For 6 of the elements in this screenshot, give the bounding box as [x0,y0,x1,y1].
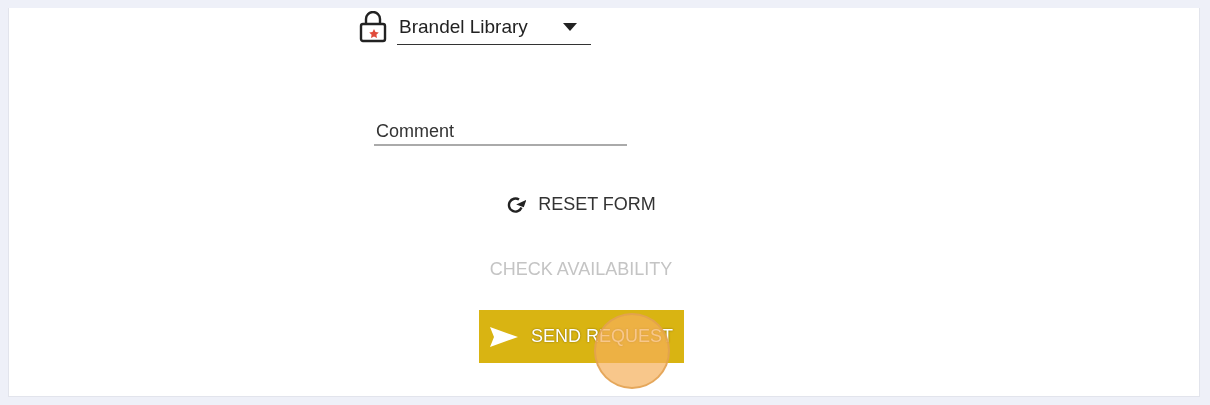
reset-button[interactable]: RESET FORM [496,188,666,221]
lock-icon [359,11,387,43]
library-dropdown[interactable]: Brandel Library [397,9,591,45]
caret-icon [563,22,577,31]
send-icon [489,324,519,349]
reload-icon [506,194,527,215]
